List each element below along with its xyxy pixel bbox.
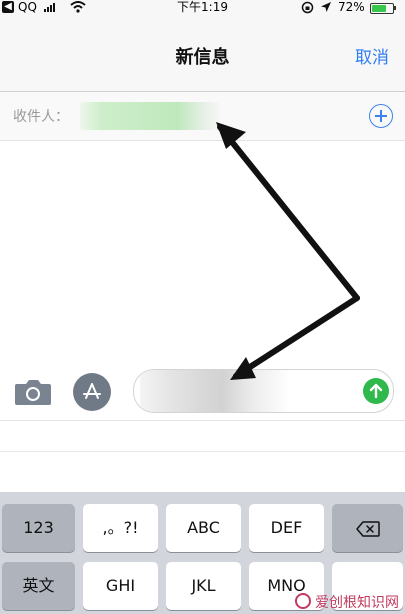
send-button[interactable]: [363, 378, 389, 404]
camera-icon[interactable]: [14, 378, 52, 406]
add-contact-icon[interactable]: [369, 104, 393, 128]
divider: [0, 420, 405, 421]
recipient-label: 收件人：: [13, 109, 69, 125]
key-ghi[interactable]: GHI: [83, 562, 158, 610]
recipient-row: 收件人：: [0, 92, 405, 141]
page-title: 新信息: [175, 47, 230, 68]
key-numbers[interactable]: 123: [2, 504, 75, 552]
cancel-button[interactable]: 取消: [355, 43, 389, 68]
nav-bar: 新信息 取消: [0, 16, 405, 92]
key-def[interactable]: DEF: [249, 504, 324, 552]
send-arrow-icon: [369, 383, 383, 399]
divider: [0, 451, 405, 452]
watermark-logo-icon: [295, 593, 311, 609]
key-punctuation[interactable]: ,。?!: [83, 504, 158, 552]
rotation-lock-icon: [301, 1, 314, 14]
status-bar: ◀ QQ 下午1:19 72%: [0, 0, 405, 16]
app-store-button[interactable]: [73, 373, 111, 411]
compose-bar: [0, 365, 405, 421]
backspace-icon: [356, 521, 380, 537]
battery-tip: [394, 6, 396, 10]
arrow-to-recipient: [217, 124, 360, 301]
message-input[interactable]: [133, 369, 394, 413]
battery-icon: [370, 3, 394, 14]
redacted-message-text: [140, 370, 290, 412]
watermark-text: 爱创根知识网: [315, 595, 399, 611]
key-abc[interactable]: ABC: [166, 504, 241, 552]
battery-fill: [372, 5, 386, 12]
key-jkl[interactable]: JKL: [166, 562, 241, 610]
app-store-icon: [83, 383, 101, 399]
watermark: 爱创根知识网: [295, 592, 399, 612]
key-english[interactable]: 英文: [2, 562, 75, 610]
battery-percent: 72%: [338, 0, 365, 14]
recipient-input[interactable]: [80, 102, 220, 130]
location-icon: [321, 2, 331, 12]
delete-key[interactable]: [332, 504, 403, 552]
